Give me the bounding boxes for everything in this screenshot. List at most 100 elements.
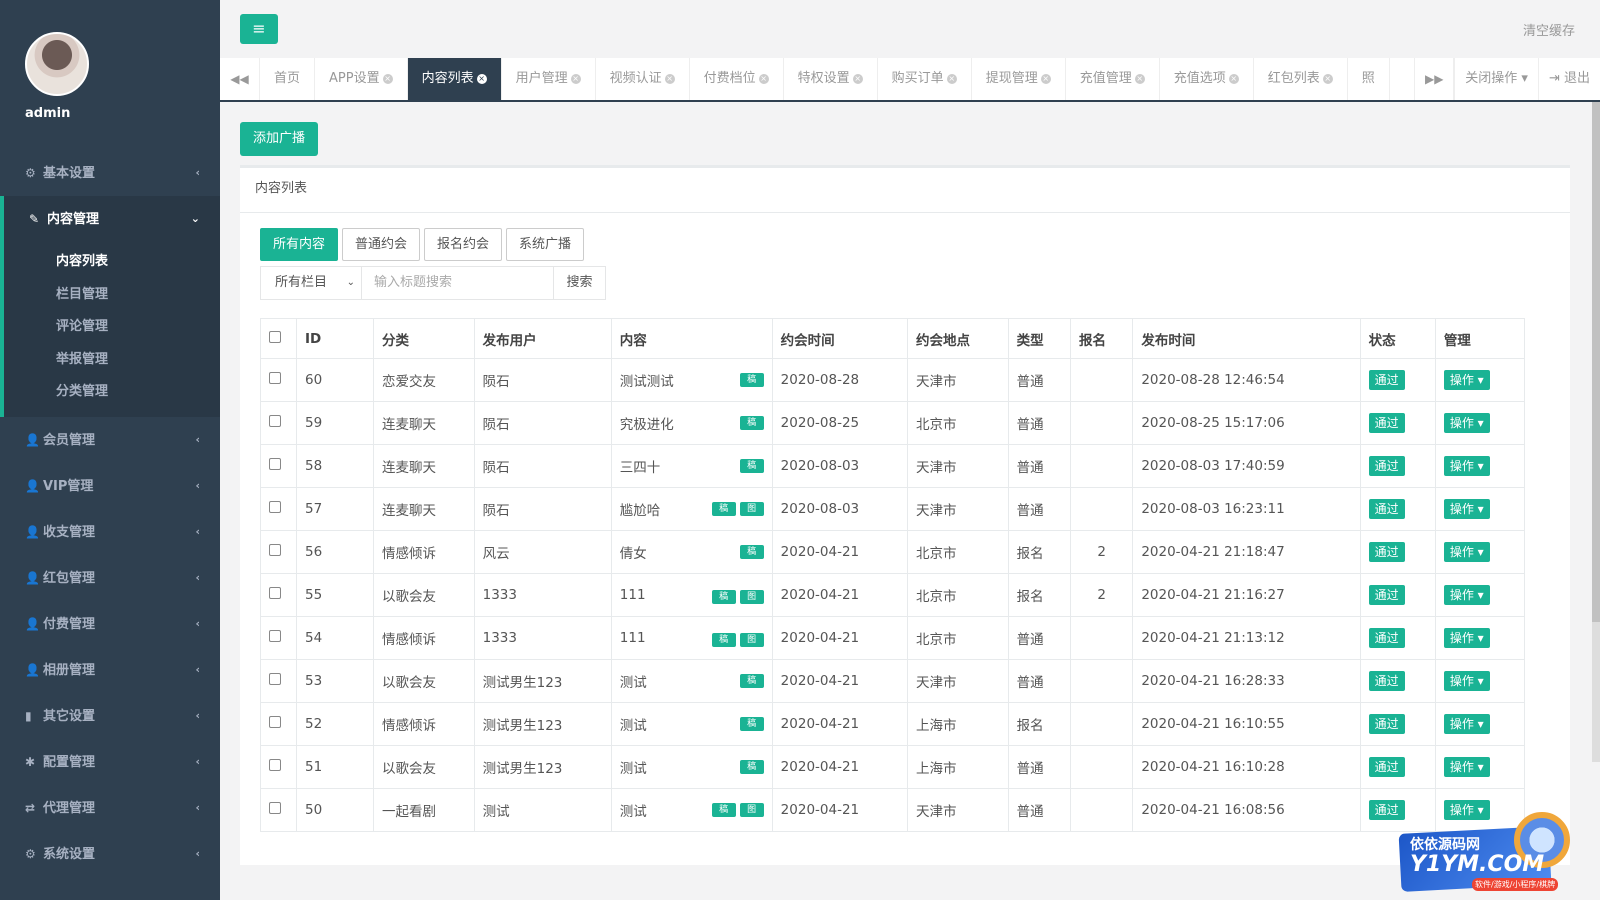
status-approved-button[interactable]: 通过 (1368, 714, 1405, 734)
close-icon[interactable]: × (758, 74, 769, 84)
cell-content: 测试 稿 (610, 745, 773, 789)
sidebar-subitem[interactable]: 内容列表 (4, 246, 220, 279)
tabs-scroll-left-button[interactable]: ◀◀ (220, 58, 260, 100)
tab[interactable]: 红包列表 × (1254, 58, 1348, 100)
sidebar-item[interactable]: ✎ 内容管理 ⌄ (0, 196, 220, 242)
tab-label: 照 (1361, 71, 1375, 86)
tab[interactable]: 照 (1348, 58, 1390, 100)
row-checkbox[interactable] (269, 630, 281, 642)
row-checkbox[interactable] (269, 458, 281, 470)
page-scrollbar[interactable] (1592, 102, 1600, 762)
status-approved-button[interactable]: 通过 (1368, 456, 1405, 476)
caret-down-icon: ▾ (1521, 71, 1528, 86)
category-select[interactable]: 所有栏目 ⌄ (260, 266, 362, 300)
tab[interactable]: 提现管理 × (972, 58, 1066, 100)
column-header: 管理 (1434, 318, 1526, 359)
row-checkbox[interactable] (269, 501, 281, 513)
close-icon[interactable]: × (1134, 74, 1145, 84)
filter-tab[interactable]: 普通约会 (342, 228, 421, 261)
filter-tab[interactable]: 所有内容 (260, 228, 339, 261)
status-approved-button[interactable]: 通过 (1368, 499, 1405, 519)
close-icon[interactable]: × (1040, 74, 1051, 84)
close-icon[interactable]: × (852, 74, 863, 84)
close-icon[interactable]: × (1322, 74, 1333, 84)
sidebar-item[interactable]: 👤 付费管理 ‹ (0, 601, 220, 647)
close-icon[interactable]: × (664, 74, 675, 84)
close-ops-dropdown[interactable]: 关闭操作 ▾ (1454, 58, 1538, 100)
status-approved-button[interactable]: 通过 (1368, 628, 1405, 648)
row-checkbox[interactable] (269, 802, 281, 814)
sidebar-item[interactable]: 👤 VIP管理 ‹ (0, 463, 220, 509)
operations-dropdown-button[interactable]: 操作 ▾ (1443, 456, 1490, 476)
menu-toggle-button[interactable]: ≡ (240, 14, 278, 44)
sidebar-item[interactable]: ✱ 配置管理 ‹ (0, 739, 220, 785)
operations-dropdown-button[interactable]: 操作 ▾ (1443, 714, 1490, 734)
tab[interactable]: 视频认证 × (596, 58, 690, 100)
row-checkbox[interactable] (269, 759, 281, 771)
tabs-scroll-right-button[interactable]: ▶▶ (1414, 58, 1455, 100)
tab[interactable]: 用户管理 × (502, 58, 596, 100)
tab[interactable]: 付费档位 × (690, 58, 784, 100)
search-button[interactable]: 搜索 (554, 266, 606, 300)
avatar[interactable] (25, 32, 89, 96)
close-icon[interactable]: × (1228, 74, 1239, 84)
sidebar-subitem[interactable]: 举报管理 (4, 344, 220, 377)
search-input[interactable]: 输入标题搜索 (362, 266, 554, 300)
sidebar-subitem[interactable]: 评论管理 (4, 311, 220, 344)
operations-dropdown-button[interactable]: 操作 ▾ (1443, 628, 1490, 648)
tab[interactable]: 首页 (260, 58, 316, 100)
cell-type: 普通 (1007, 659, 1071, 703)
content-text: 111 (619, 629, 646, 646)
tab[interactable]: 特权设置 × (784, 58, 878, 100)
status-approved-button[interactable]: 通过 (1368, 757, 1405, 777)
operations-dropdown-button[interactable]: 操作 ▾ (1443, 499, 1490, 519)
row-checkbox[interactable] (269, 544, 281, 556)
clear-cache-link[interactable]: 清空缓存 (1523, 20, 1575, 39)
sidebar-item[interactable]: 👤 收支管理 ‹ (0, 509, 220, 555)
close-icon[interactable]: × (382, 74, 393, 84)
filter-tab[interactable]: 系统广播 (506, 228, 585, 261)
sidebar-subitem[interactable]: 分类管理 (4, 376, 220, 409)
sidebar-item[interactable]: ⇄ 代理管理 ‹ (0, 785, 220, 831)
sidebar-item[interactable]: 👤 红包管理 ‹ (0, 555, 220, 601)
close-icon[interactable]: × (946, 74, 957, 84)
filter-tab[interactable]: 报名约会 (424, 228, 503, 261)
operations-dropdown-button[interactable]: 操作 ▾ (1443, 757, 1490, 777)
row-checkbox[interactable] (269, 587, 281, 599)
close-icon[interactable]: × (476, 74, 487, 84)
operations-dropdown-button[interactable]: 操作 ▾ (1443, 542, 1490, 562)
sidebar-item[interactable]: 👤 会员管理 ‹ (0, 417, 220, 463)
sidebar-item[interactable]: 👤 相册管理 ‹ (0, 647, 220, 693)
operations-dropdown-button[interactable]: 操作 ▾ (1443, 585, 1490, 605)
row-checkbox[interactable] (269, 716, 281, 728)
cell-id: 58 (296, 444, 374, 488)
operations-dropdown-button[interactable]: 操作 ▾ (1443, 671, 1490, 691)
operations-dropdown-button[interactable]: 操作 ▾ (1443, 413, 1490, 433)
tab[interactable]: APP设置 × (315, 58, 408, 100)
sidebar-item[interactable]: ▮ 其它设置 ‹ (0, 693, 220, 739)
status-approved-button[interactable]: 通过 (1368, 370, 1405, 390)
status-approved-button[interactable]: 通过 (1368, 413, 1405, 433)
status-approved-button[interactable]: 通过 (1368, 585, 1405, 605)
select-all-checkbox[interactable] (269, 330, 281, 343)
operations-dropdown-button[interactable]: 操作 ▾ (1443, 370, 1490, 390)
status-approved-button[interactable]: 通过 (1368, 542, 1405, 562)
admin-name[interactable]: admin (25, 106, 220, 121)
tab[interactable]: 购买订单 × (878, 58, 972, 100)
tab[interactable]: 内容列表 × (407, 58, 502, 100)
status-approved-button[interactable]: 通过 (1368, 671, 1405, 691)
row-checkbox[interactable] (269, 415, 281, 427)
add-broadcast-button[interactable]: 添加广播 (240, 122, 319, 156)
sidebar-item[interactable]: ⚙ 系统设置 ‹ (0, 831, 220, 877)
tab[interactable]: 充值选项 × (1160, 58, 1254, 100)
sidebar-subitem[interactable]: 栏目管理 (4, 279, 220, 312)
tab[interactable]: 充值管理 × (1066, 58, 1160, 100)
close-icon[interactable]: × (570, 74, 581, 84)
scrollbar-thumb[interactable] (1592, 102, 1600, 622)
sidebar-item[interactable]: ⚙ 基本设置 ‹ (0, 150, 220, 196)
row-checkbox-cell (260, 487, 297, 531)
row-checkbox[interactable] (269, 673, 281, 685)
row-checkbox[interactable] (269, 372, 281, 384)
logout-button[interactable]: ⇥ 退出 (1537, 58, 1600, 100)
operations-label: 操作 (1449, 631, 1474, 645)
